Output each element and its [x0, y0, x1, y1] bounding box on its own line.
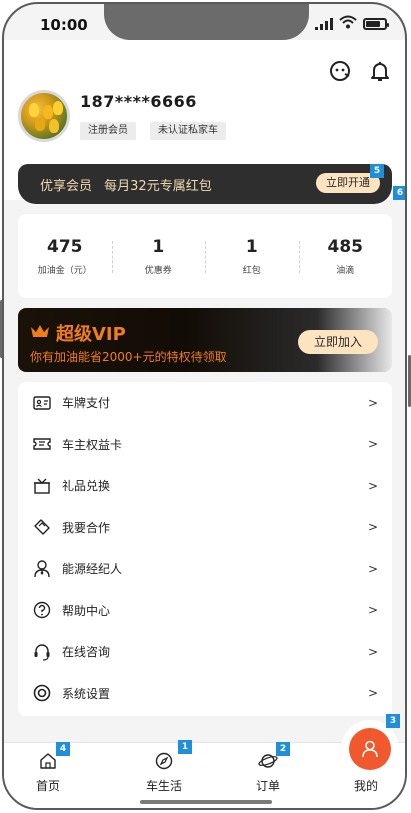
- stat-oil-drops[interactable]: 485 油滴: [298, 236, 393, 276]
- chevron-right-icon: >: [367, 644, 378, 659]
- chevron-right-icon: >: [367, 478, 378, 493]
- promo-text: 优享会员 每月32元专属红包: [40, 175, 212, 194]
- tab-label: 订单: [255, 779, 280, 793]
- settings-icon: [32, 683, 52, 703]
- vip-title-row: 超级VIP: [30, 320, 126, 346]
- user-phone: 187****6666: [80, 92, 197, 111]
- member-tag: 注册会员: [80, 122, 136, 140]
- promo-subtitle: 每月32元专属红包: [104, 179, 212, 194]
- menu-item-help-center[interactable]: 帮助中心 >: [18, 590, 392, 632]
- bell-icon[interactable]: [369, 60, 391, 82]
- menu-label: 我要合作: [62, 520, 111, 535]
- annotation-badge-1: 1: [178, 740, 192, 754]
- stat-label: 优惠券: [144, 265, 172, 276]
- stat-red-packets[interactable]: 1 红包: [205, 237, 299, 276]
- stat-label: 红包: [242, 265, 261, 276]
- home-icon: [8, 751, 88, 771]
- user-icon: [349, 728, 391, 770]
- stat-value: 485: [327, 236, 364, 257]
- stat-fuel-credit[interactable]: 475 加油金（元）: [18, 237, 112, 276]
- vip-title: 超级VIP: [56, 324, 126, 345]
- chevron-right-icon: >: [367, 520, 378, 535]
- stat-label: 油滴: [336, 265, 355, 276]
- crown-icon: [30, 323, 50, 344]
- phone-frame: 187****6666 注册会员 未认证私家车 10:00 优享会员 每月32元…: [2, 2, 407, 810]
- compass-icon: [124, 751, 204, 771]
- menu-label: 车牌支付: [62, 396, 111, 411]
- home-indicator: [140, 800, 272, 804]
- menu-item-energy-agent[interactable]: 能源经纪人 >: [18, 548, 392, 590]
- menu-item-cooperation[interactable]: 我要合作 >: [18, 507, 392, 549]
- status-icons: [315, 14, 389, 33]
- chevron-right-icon: >: [367, 561, 378, 576]
- tab-label: 车生活: [145, 779, 182, 793]
- menu-item-settings[interactable]: 系统设置 >: [18, 673, 392, 715]
- menu-item-benefit-card[interactable]: 车主权益卡 >: [18, 424, 392, 466]
- chevron-right-icon: >: [367, 686, 378, 701]
- menu-label: 能源经纪人: [62, 562, 123, 577]
- menu-item-gift-exchange[interactable]: 礼品兑换 >: [18, 465, 392, 507]
- ticket-icon: [32, 434, 52, 454]
- tab-home[interactable]: 首页: [8, 751, 88, 794]
- chevron-right-icon: >: [367, 437, 378, 452]
- tab-label: 首页: [35, 779, 60, 793]
- tab-label: 我的: [353, 779, 378, 793]
- question-circle-icon: [32, 600, 52, 620]
- chevron-right-icon: >: [367, 395, 378, 410]
- annotation-badge-4: 4: [56, 742, 70, 756]
- join-vip-button[interactable]: 立即加入: [297, 330, 378, 354]
- wifi-icon: [339, 14, 357, 33]
- annotation-badge-3: 3: [386, 714, 400, 728]
- menu-list: 车牌支付 > 车主权益卡 > 礼品兑换 > 我要合作 > 能源经纪人 > 帮助中…: [18, 382, 392, 716]
- phone-notch: [104, 4, 309, 40]
- avatar[interactable]: [18, 90, 70, 142]
- handshake-icon: [32, 517, 52, 537]
- stat-value: 1: [152, 236, 165, 257]
- status-time: 10:00: [40, 16, 88, 34]
- menu-label: 车主权益卡: [62, 437, 123, 452]
- car-auth-tag[interactable]: 未认证私家车: [150, 122, 226, 140]
- super-vip-banner[interactable]: 超级VIP 你有加油能省2000+元的特权待领取 立即加入: [18, 308, 392, 372]
- menu-label: 系统设置: [62, 686, 111, 701]
- license-plate-icon: [32, 393, 52, 413]
- agent-person-icon: [32, 559, 52, 579]
- stats-card: 475 加油金（元） 1 优惠券 1 红包 485 油滴: [18, 214, 392, 298]
- menu-label: 帮助中心: [62, 603, 111, 618]
- gift-box-icon: [32, 476, 52, 496]
- stat-label: 加油金（元）: [37, 265, 92, 276]
- header-actions: [329, 60, 391, 82]
- menu-label: 在线咨询: [62, 645, 111, 660]
- headset-icon: [32, 642, 52, 662]
- annotation-badge-2: 2: [276, 742, 290, 756]
- planet-icon: [228, 751, 308, 771]
- menu-item-online-consult[interactable]: 在线咨询 >: [18, 631, 392, 673]
- member-promo-banner[interactable]: 优享会员 每月32元专属红包 立即开通: [18, 164, 392, 204]
- stat-value: 475: [47, 236, 83, 257]
- annotation-badge-5: 5: [370, 164, 384, 178]
- menu-item-plate-pay[interactable]: 车牌支付 >: [18, 382, 392, 424]
- tab-mine-active-bubble[interactable]: [341, 720, 399, 778]
- tab-car-life[interactable]: 车生活: [124, 751, 204, 794]
- annotation-badge-6: 6: [393, 186, 405, 200]
- signal-icon: [315, 17, 333, 30]
- chevron-right-icon: >: [367, 603, 378, 618]
- stat-coupons[interactable]: 1 优惠券: [111, 236, 206, 276]
- battery-icon: [363, 17, 389, 30]
- promo-title: 优享会员: [40, 179, 93, 194]
- vip-subtitle: 你有加油能省2000+元的特权待领取: [30, 350, 227, 364]
- customer-service-icon[interactable]: [329, 60, 351, 82]
- stat-value: 1: [245, 236, 258, 257]
- menu-label: 礼品兑换: [62, 479, 111, 494]
- tab-orders[interactable]: 订单: [228, 751, 308, 794]
